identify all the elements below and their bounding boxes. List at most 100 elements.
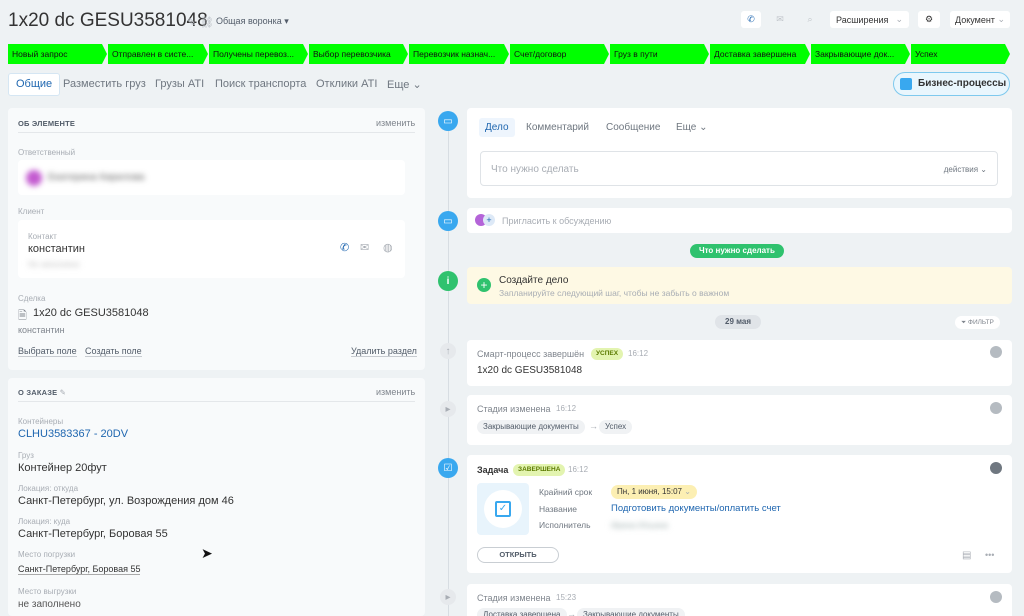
tab-more-label: Еще xyxy=(387,79,410,91)
task-input[interactable]: Что нужно сделать действия ⌄ xyxy=(480,151,998,186)
composer-tab-deal[interactable]: Дело xyxy=(479,118,515,137)
phone-icon: ✆ xyxy=(747,14,755,24)
cargo-value: Контейнер 20фут xyxy=(18,462,107,474)
mail-button[interactable]: ✉ xyxy=(770,11,790,28)
document-icon[interactable]: ▤ xyxy=(962,550,971,561)
from-label: Локация: откуда xyxy=(18,484,79,493)
avatar xyxy=(26,170,42,186)
search-button[interactable]: ⌕ xyxy=(800,11,820,28)
stage-item[interactable]: Получены перевоз... xyxy=(209,44,308,64)
responsible-box[interactable]: Екатерина Кирилова xyxy=(18,160,405,195)
tab-general[interactable]: Общие xyxy=(8,73,61,96)
open-button[interactable]: ОТКРЫТЬ xyxy=(477,547,559,563)
extensions-button[interactable]: Расширения ⌄ xyxy=(830,11,909,28)
status-badge: ЗАВЕРШЕНА xyxy=(513,464,566,476)
event-text[interactable]: 1x20 dc GESU3581048 xyxy=(477,365,582,376)
funnel-selector[interactable]: Общая воронка ▾ xyxy=(216,16,289,27)
stage-item[interactable]: Груз в пути xyxy=(610,44,709,64)
task-name-link[interactable]: Подготовить документы/оплатить счет xyxy=(611,503,781,514)
delete-section-link[interactable]: Удалить раздел xyxy=(351,346,417,357)
client-box[interactable]: Контакт константин Не заполнено ✆ ✉ ◍ xyxy=(18,220,405,278)
performer-label: Исполнитель xyxy=(539,520,591,530)
create-field-link[interactable]: Создать поле xyxy=(85,346,142,357)
task-check-icon: ☑ xyxy=(438,458,458,478)
arrow-right-icon: → xyxy=(589,421,598,431)
divider xyxy=(18,132,415,133)
document-button[interactable]: Документ ⌄ xyxy=(950,11,1010,28)
stage-item[interactable]: Счет/договор xyxy=(510,44,609,64)
deal-name[interactable]: 1x20 dc GESU3581048 xyxy=(33,307,149,319)
select-field-link[interactable]: Выбрать поле xyxy=(18,346,77,357)
stage-item[interactable]: Отправлен в систе... xyxy=(108,44,208,64)
settings-button[interactable]: ⚙ xyxy=(918,11,940,28)
plus-icon[interactable]: + xyxy=(477,278,491,292)
composer-tab-message[interactable]: Сообщение xyxy=(606,122,660,133)
process-icon xyxy=(900,78,912,90)
business-processes-button[interactable]: Бизнес-процессы xyxy=(893,72,1010,96)
user-icon[interactable] xyxy=(990,591,1002,603)
phone-icon[interactable]: ✆ xyxy=(340,241,349,254)
user-icon[interactable] xyxy=(990,462,1002,474)
tab-cargo-ati[interactable]: Грузы ATI xyxy=(155,78,204,90)
user-icon[interactable] xyxy=(990,402,1002,414)
tab-more[interactable]: Еще ⌄ xyxy=(387,78,422,91)
mail-icon: ✉ xyxy=(776,14,784,24)
chat-icon[interactable]: ◍ xyxy=(383,241,393,254)
change-link[interactable]: изменить xyxy=(376,387,415,397)
divider xyxy=(18,401,415,402)
responsible-label: Ответственный xyxy=(18,148,76,157)
user-icon[interactable] xyxy=(990,346,1002,358)
invite-label: Пригласить к обсуждению xyxy=(502,216,612,226)
deadline-label: Крайний срок xyxy=(539,487,593,497)
more-icon[interactable]: ••• xyxy=(985,550,994,560)
edit-icon[interactable]: ✎ xyxy=(187,16,196,29)
composer-tab-more[interactable]: Еще ⌄ xyxy=(676,122,708,133)
event-time: 16:12 xyxy=(568,465,589,474)
stage-item[interactable]: Новый запрос xyxy=(8,44,107,64)
search-icon: ⌕ xyxy=(807,14,813,24)
deadline-chip[interactable]: Пн, 1 июня, 15:07 ⌄ xyxy=(611,485,697,499)
edit-icon[interactable]: ✎ xyxy=(60,388,66,397)
containers-value[interactable]: CLHU3583367 - 20DV xyxy=(18,428,128,440)
document-label: Документ xyxy=(955,14,995,25)
link-icon[interactable]: ⛓ xyxy=(200,16,214,29)
actions-label: действия xyxy=(943,165,979,174)
contact-label: Контакт xyxy=(28,232,57,241)
unloading-value: не заполнено xyxy=(18,599,81,610)
timeline-line xyxy=(448,121,449,616)
stage-item[interactable]: Перевозчик назнач... xyxy=(409,44,509,64)
stage-item[interactable]: Доставка завершена xyxy=(710,44,810,64)
phone-button[interactable]: ✆ xyxy=(741,11,761,28)
invite-bar[interactable]: + Пригласить к обсуждению xyxy=(467,208,1012,233)
card-heading: ОБ ЭЛЕМЕНТЕ xyxy=(18,119,76,128)
chevron-down-icon: ⌄ xyxy=(997,14,1005,24)
tab-responses-ati[interactable]: Отклики ATI xyxy=(316,78,377,90)
contact-name[interactable]: константин xyxy=(28,243,85,255)
unloading-label: Место выгрузки xyxy=(18,587,77,596)
card-heading-label: О ЗАКАЗЕ xyxy=(18,388,58,397)
loading-value[interactable]: Санкт-Петербург, Боровая 55 xyxy=(18,564,141,575)
task-input-placeholder: Что нужно сделать xyxy=(491,164,579,175)
mail-icon[interactable]: ✉ xyxy=(360,241,369,254)
event-title: Задача xyxy=(477,465,509,475)
stage-item[interactable]: Выбор перевозчика xyxy=(309,44,408,64)
event-stage-changed: Стадия изменена 16:12 Закрывающие докуме… xyxy=(467,395,1012,445)
composer-tab-comment[interactable]: Комментарий xyxy=(526,122,589,133)
change-link[interactable]: изменить xyxy=(376,118,415,128)
arrow-up-icon: ↑ xyxy=(440,343,456,359)
create-task-panel[interactable]: + Создайте дело Запланируйте следующий ш… xyxy=(467,267,1012,304)
containers-label: Контейнеры xyxy=(18,417,64,426)
event-time: 15:23 xyxy=(556,593,577,602)
arrow-right-icon: → xyxy=(567,609,576,616)
from-value: Санкт-Петербург, ул. Возрождения дом 46 xyxy=(18,495,234,507)
stage-item[interactable]: Закрывающие док... xyxy=(811,44,910,64)
tab-search-transport[interactable]: Поиск транспорта xyxy=(215,78,306,90)
stage-item[interactable]: Успех xyxy=(911,44,1010,64)
tab-place-cargo[interactable]: Разместить груз xyxy=(63,78,146,90)
filter-button[interactable]: ⏷ ФИЛЬТР xyxy=(955,316,1000,329)
todo-pill: Что нужно сделать xyxy=(690,244,784,258)
stage-from-chip: Закрывающие документы xyxy=(477,420,585,434)
deal-label: Сделка xyxy=(18,294,46,303)
create-task-subtitle: Запланируйте следующий шаг, чтобы не заб… xyxy=(499,288,730,298)
actions-dropdown[interactable]: действия ⌄ xyxy=(944,165,987,174)
